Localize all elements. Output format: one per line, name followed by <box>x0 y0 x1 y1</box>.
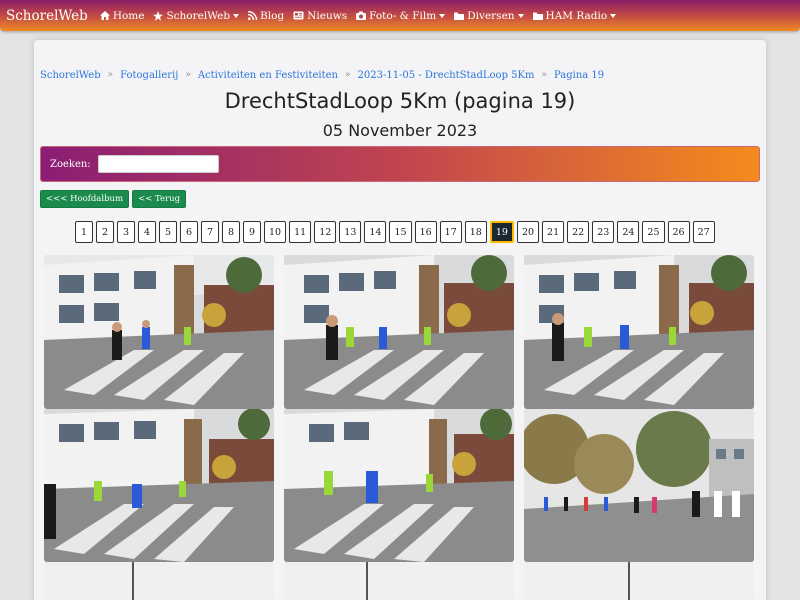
nav-foto-film[interactable]: Foto- & Film <box>356 9 446 22</box>
page-button[interactable]: 8 <box>222 221 240 243</box>
page-button[interactable]: 2 <box>96 221 114 243</box>
photo-runners-image <box>44 409 274 562</box>
page-button[interactable]: 15 <box>389 221 412 243</box>
page-button[interactable]: 26 <box>667 221 690 243</box>
breadcrumb-separator: » <box>541 70 547 80</box>
photo-thumbnail[interactable] <box>44 562 274 600</box>
nav-schorelweb-label: SchorelWeb <box>166 9 231 22</box>
breadcrumb: SchorelWeb » Fotogallerij » Activiteiten… <box>40 68 604 82</box>
breadcrumb-item[interactable]: SchorelWeb <box>40 70 101 81</box>
photo-thumbnail[interactable] <box>524 562 754 600</box>
page-title: DrechtStadLoop 5Km (pagina 19) <box>224 89 576 113</box>
page-button[interactable]: 16 <box>414 221 437 243</box>
page-button[interactable]: 14 <box>364 221 387 243</box>
chevron-down-icon <box>233 13 240 18</box>
photo-partial-image <box>44 562 274 600</box>
page-button[interactable]: 6 <box>180 221 198 243</box>
breadcrumb-separator: » <box>344 70 351 80</box>
page-button[interactable]: 23 <box>592 221 615 243</box>
page-button[interactable]: 10 <box>264 221 287 243</box>
album-nav-buttons: <<< Hoofdalbum << Terug <box>40 190 187 208</box>
page-button[interactable]: 21 <box>542 221 565 243</box>
nav-foto-film-label: Foto- & Film <box>369 9 437 22</box>
photo-thumbnail[interactable] <box>284 562 514 600</box>
chevron-down-icon <box>517 13 524 18</box>
photo-runners-image <box>284 409 514 562</box>
nav-home[interactable]: Home <box>99 9 145 22</box>
search-input[interactable] <box>97 155 219 173</box>
home-icon <box>99 11 110 20</box>
brand-logo[interactable]: SchorelWeb <box>6 8 88 24</box>
newspaper-icon <box>293 11 304 20</box>
breadcrumb-separator: » <box>107 70 114 80</box>
nav-home-label: Home <box>112 9 145 22</box>
page-button[interactable]: 1 <box>75 221 93 243</box>
breadcrumb-separator: » <box>185 70 191 80</box>
photo-thumbnail[interactable] <box>524 409 754 562</box>
search-bar: Zoeken: <box>40 146 760 182</box>
chevron-down-icon <box>439 13 446 18</box>
photo-partial-image <box>524 562 754 600</box>
page-subtitle-date: 05 November 2023 <box>322 121 478 140</box>
page-button[interactable]: 22 <box>567 221 590 243</box>
nav-ham-radio-label: HAM Radio <box>545 9 608 22</box>
page-button[interactable]: 5 <box>159 221 177 243</box>
nav-nieuws-label: Nieuws <box>307 9 348 22</box>
chevron-down-icon <box>610 13 617 18</box>
top-navbar: SchorelWeb Home SchorelWeb Blog Nieuws F… <box>0 0 800 31</box>
photo-thumbnail[interactable] <box>44 409 274 562</box>
folder-icon <box>532 12 543 20</box>
breadcrumb-item[interactable]: Fotogallerij <box>120 70 178 81</box>
page-button[interactable]: 11 <box>289 221 312 243</box>
page-button[interactable]: 4 <box>138 221 156 243</box>
photo-thumbnail[interactable] <box>284 409 514 562</box>
page-button[interactable]: 25 <box>642 221 665 243</box>
photo-thumbnail[interactable] <box>524 255 754 409</box>
page-button[interactable]: 7 <box>201 221 219 243</box>
breadcrumb-item[interactable]: Activiteiten en Festiviteiten <box>198 70 338 81</box>
nav-schorelweb[interactable]: SchorelWeb <box>153 9 240 22</box>
nav-nieuws[interactable]: Nieuws <box>293 10 347 22</box>
pagination: 1 2 3 4 5 6 7 8 9 10 11 12 13 14 15 16 17 18 19 20 21 22 23 24 2… <box>75 221 715 243</box>
page-button[interactable]: 27 <box>692 221 715 243</box>
photo-thumbnail[interactable] <box>44 255 274 409</box>
breadcrumb-item[interactable]: Pagina 19 <box>554 70 604 81</box>
photo-runners-image <box>44 255 274 409</box>
page-button[interactable]: 13 <box>339 221 362 243</box>
back-button[interactable]: << Terug <box>132 190 187 208</box>
nav-ham-radio[interactable]: HAM Radio <box>532 9 617 22</box>
main-album-button[interactable]: <<< Hoofdalbum <box>40 190 130 208</box>
folder-icon <box>454 12 465 20</box>
search-label: Zoeken: <box>50 158 91 170</box>
page-button[interactable]: 24 <box>617 221 640 243</box>
photo-runners-image <box>284 255 514 409</box>
breadcrumb-item[interactable]: 2023-11-05 - DrechtStadLoop 5Km <box>358 70 535 81</box>
nav-diversen[interactable]: Diversen <box>454 9 524 22</box>
photo-runners-image <box>524 255 754 409</box>
rss-icon <box>248 11 258 20</box>
page-button[interactable]: 20 <box>516 221 540 243</box>
photo-thumbnail[interactable] <box>284 255 514 409</box>
page-button[interactable]: 12 <box>314 221 337 243</box>
page-button[interactable]: 18 <box>464 221 487 243</box>
nav-diversen-label: Diversen <box>467 9 515 22</box>
camera-icon <box>356 11 367 20</box>
nav-blog-label: Blog <box>260 9 285 22</box>
page-button[interactable]: 3 <box>117 221 135 243</box>
page-button[interactable]: 9 <box>243 221 261 243</box>
photo-street-race-image <box>524 409 754 562</box>
star-icon <box>153 10 164 21</box>
photo-partial-image <box>284 562 514 600</box>
page-button-active[interactable]: 19 <box>489 221 514 243</box>
page-button[interactable]: 17 <box>439 221 462 243</box>
nav-blog[interactable]: Blog <box>248 10 284 22</box>
